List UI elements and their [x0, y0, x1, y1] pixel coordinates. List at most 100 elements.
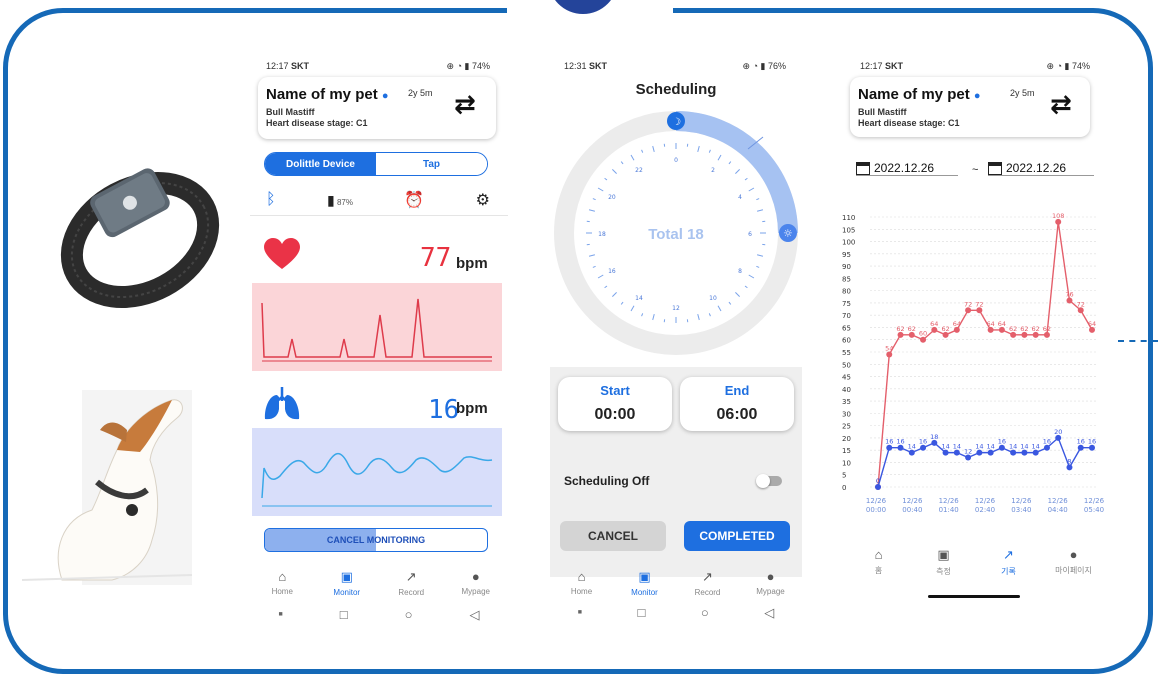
y-tick-label: 5 — [842, 472, 846, 480]
y-tick-label: 95 — [842, 251, 851, 259]
date-to-field[interactable]: 2022.12.26 — [988, 161, 1094, 176]
nav-measure[interactable]: ▣ 측정 — [914, 547, 974, 577]
person-icon: ● — [1069, 547, 1078, 562]
data-label: 14 — [975, 443, 983, 451]
y-tick-label: 70 — [842, 312, 851, 320]
cancel-button[interactable]: CANCEL — [560, 521, 666, 551]
system-nav-bar: ■ □ ○ ◁ — [250, 607, 508, 623]
dial-hour-label: 2 — [711, 167, 715, 174]
data-label: 62 — [1020, 325, 1028, 333]
y-tick-label: 10 — [842, 459, 851, 467]
completed-button[interactable]: COMPLETED — [684, 521, 790, 551]
date-from-field[interactable]: 2022.12.26 — [856, 161, 958, 176]
heart-rate-value: 77 — [420, 243, 452, 273]
data-label: 108 — [1052, 212, 1064, 220]
recent-apps-icon[interactable]: □ — [637, 605, 645, 621]
recent-apps-icon[interactable]: □ — [340, 607, 348, 623]
x-tick-date: 12/26 — [975, 497, 996, 505]
mode-switch[interactable]: Dolittle Device Tap — [264, 152, 488, 176]
y-tick-label: 105 — [842, 226, 855, 234]
total-hours-label: Total 18 — [648, 226, 704, 243]
data-label: 16 — [1077, 438, 1085, 446]
back-icon[interactable]: ◁ — [764, 605, 774, 621]
dial-hour-label: 4 — [738, 194, 742, 201]
start-time-value: 00:00 — [594, 406, 636, 423]
home-circle-icon[interactable]: ○ — [701, 605, 709, 621]
pet-disease: Heart disease stage: C1 — [266, 118, 368, 128]
device-battery-indicator: ▮ 87% — [326, 191, 353, 208]
data-label: 0 — [876, 477, 880, 485]
start-label: Start — [600, 383, 630, 398]
y-tick-label: 25 — [842, 423, 851, 431]
tab-dolittle-device[interactable]: Dolittle Device — [265, 153, 376, 175]
settings-gear-icon[interactable]: ⚙ — [476, 190, 490, 210]
scheduling-toggle[interactable] — [756, 474, 782, 488]
nav-monitor[interactable]: ▣ Monitor — [317, 569, 377, 597]
dial-hour-label: 10 — [709, 295, 717, 302]
status-bar: 12:31 SKT — [564, 61, 608, 71]
pet-card[interactable]: Name of my pet ● 2y 5m Bull Mastiff Hear… — [258, 77, 496, 139]
gender-icon: ● — [381, 90, 389, 102]
scheduling-screen: 12:31 SKT ⊕ ◔ ▮ 76% Scheduling 0 2 4 6 8 10 12… — [550, 55, 802, 635]
y-tick-label: 35 — [842, 398, 851, 406]
tab-tap[interactable]: Tap — [376, 153, 487, 175]
menu-dot-icon[interactable]: ■ — [578, 609, 582, 621]
pet-name: Name of my pet ● — [266, 86, 389, 103]
y-tick-label: 45 — [842, 374, 851, 382]
data-label: 14 — [1020, 443, 1028, 451]
nav-mypage[interactable]: ● Mypage — [741, 569, 801, 597]
data-label: 16 — [919, 438, 927, 446]
battery-icon: ▮ — [326, 191, 335, 208]
y-tick-label: 40 — [842, 386, 851, 394]
data-label: 62 — [1032, 325, 1040, 333]
dial-hour-label: 0 — [674, 157, 678, 164]
y-tick-label: 60 — [842, 337, 851, 345]
swap-pet-icon[interactable]: ⇄ — [1050, 89, 1072, 120]
back-icon[interactable]: ◁ — [469, 607, 479, 623]
heart-icon — [264, 238, 300, 269]
pet-card[interactable]: Name of my pet ● 2y 5m Bull Mastiff Hear… — [850, 77, 1090, 137]
data-label: 16 — [1043, 438, 1051, 446]
bluetooth-icon[interactable]: ᛒ — [266, 191, 276, 209]
nav-home[interactable]: ⌂ Home — [552, 569, 612, 597]
y-tick-label: 20 — [842, 435, 851, 443]
start-time-box[interactable]: Start 00:00 — [558, 377, 672, 431]
nav-mypage[interactable]: ● Mypage — [446, 569, 506, 597]
data-label: 62 — [1043, 325, 1051, 333]
dial-hour-label: 20 — [608, 194, 616, 201]
home-icon: ⌂ — [278, 569, 287, 584]
alarm-clock-icon[interactable]: ⏰ — [404, 190, 424, 210]
home-circle-icon[interactable]: ○ — [405, 607, 413, 623]
nav-mypage[interactable]: ● 마이페이지 — [1044, 547, 1104, 577]
nav-home[interactable]: ⌂ 홈 — [849, 547, 909, 577]
date-separator: ~ — [972, 164, 979, 176]
nav-record[interactable]: ↗ Record — [678, 569, 738, 597]
nav-record[interactable]: ↗ 기록 — [979, 547, 1039, 577]
swap-pet-icon[interactable]: ⇄ — [454, 89, 476, 120]
nav-record[interactable]: ↗ Record — [381, 569, 441, 597]
record-trend-icon: ↗ — [405, 569, 417, 584]
cancel-monitoring-button[interactable]: CANCEL MONITORING — [264, 528, 488, 552]
end-time-box[interactable]: End 06:00 — [680, 377, 794, 431]
data-label: 76 — [1065, 290, 1073, 298]
calendar-icon — [856, 161, 870, 175]
menu-dot-icon[interactable]: ■ — [279, 611, 283, 623]
resp-rate-unit: bpm — [456, 400, 488, 417]
end-time-value: 06:00 — [716, 406, 758, 423]
x-tick-time: 00:40 — [902, 506, 922, 514]
data-label: 62 — [896, 325, 904, 333]
y-tick-label: 0 — [842, 484, 846, 492]
home-indicator[interactable] — [928, 595, 1020, 598]
cancel-monitoring-label: CANCEL MONITORING — [326, 535, 426, 545]
system-nav-bar: ■ □ ○ ◁ — [550, 605, 802, 621]
data-label: 14 — [1032, 443, 1040, 451]
nav-home[interactable]: ⌂ Home — [252, 569, 312, 597]
data-label: 8 — [1067, 457, 1071, 465]
dial-hour-label: 16 — [608, 268, 616, 275]
record-screen: 12:17 SKT ⊕ ◔ ▮ 74% Name of my pet ● 2y … — [840, 55, 1112, 615]
heart-rate-unit: bpm — [456, 255, 488, 272]
data-label: 14 — [953, 443, 961, 451]
pet-name: Name of my pet ● — [858, 86, 981, 103]
data-label: 18 — [930, 433, 938, 441]
nav-monitor[interactable]: ▣ Monitor — [615, 569, 675, 597]
